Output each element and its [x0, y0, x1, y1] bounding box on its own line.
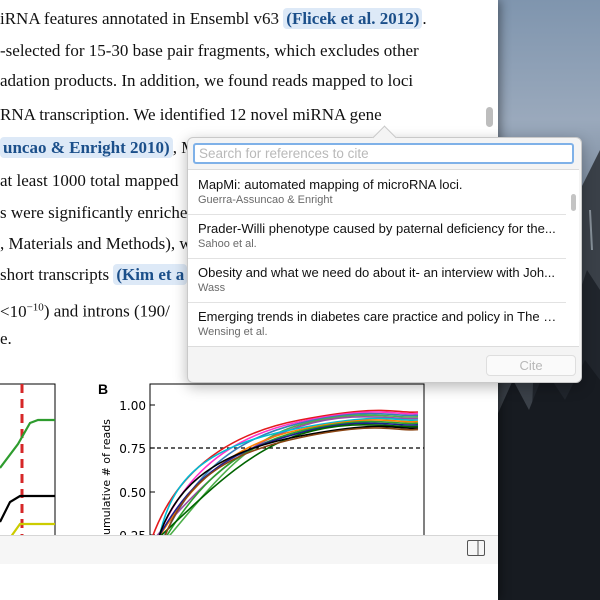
panel-a-series-line — [0, 494, 55, 523]
line-text: , Materials and Methods), w — [0, 234, 192, 253]
panel-b-plot: B1.000.750.500.25umulative # of reads — [98, 381, 425, 538]
document-line: <10−10) and introns (190/ — [0, 296, 170, 323]
line-text: RNA transcription. We identified 12 nove… — [0, 105, 382, 124]
cite-button[interactable]: Cite — [486, 355, 576, 376]
y-tick-label: 0.75 — [119, 442, 146, 456]
document-line: adation products. In addition, we found … — [0, 70, 413, 92]
figure-svg: B1.000.750.500.25umulative # of reads — [0, 381, 425, 538]
line-text: . — [422, 9, 427, 28]
results-scrollbar[interactable] — [571, 194, 576, 211]
line-text: -selected for 15-30 base pair fragments,… — [0, 41, 419, 60]
reference-title: Prader-Willi phenotype caused by paterna… — [198, 221, 556, 236]
panel-a-frame — [0, 383, 56, 538]
line-text: adation products. In addition, we found … — [0, 71, 414, 90]
panel-b-label: B — [98, 381, 108, 397]
citation-token[interactable]: (Kim et a — [113, 264, 188, 285]
line-text: iRNA features annotated in Ensembl v63 — [0, 9, 284, 28]
exponent: −10 — [26, 301, 44, 313]
document-line: iRNA features annotated in Ensembl v63 (… — [0, 8, 427, 30]
document-scrollbar[interactable] — [486, 107, 493, 127]
reference-title: MapMi: automated mapping of microRNA loc… — [198, 177, 463, 192]
y-tick-label: 0.50 — [119, 486, 146, 500]
panel-b-frame — [149, 383, 425, 538]
figure: B 1.00 0.75 0.50 0.25 umulative # of reads — [0, 378, 498, 538]
reference-authors: Sahoo et al. — [198, 238, 257, 250]
reference-authors: Wensing et al. — [198, 326, 268, 338]
line-text: ) and introns (190/ — [43, 301, 170, 321]
bottom-toolbar — [0, 535, 498, 564]
line-text: s were significantly enriche — [0, 203, 188, 222]
document-line: , Materials and Methods), w — [0, 233, 192, 255]
reference-title: Emerging trends in diabetes care practic… — [198, 309, 558, 324]
y-axis-label: umulative # of reads — [100, 419, 113, 535]
panel-b-series-line — [157, 425, 419, 538]
line-text: at least 1000 total mapped — [0, 171, 179, 190]
citation-token[interactable]: (Flicek et al. 2012) — [283, 8, 423, 29]
reference-result[interactable]: Emerging trends in diabetes care practic… — [188, 302, 566, 346]
citation-popover: MapMi: automated mapping of microRNA loc… — [187, 125, 582, 383]
reference-result[interactable]: Prader-Willi phenotype caused by paterna… — [188, 214, 566, 259]
reference-results-list: MapMi: automated mapping of microRNA loc… — [188, 169, 579, 347]
document-line: RNA transcription. We identified 12 nove… — [0, 104, 382, 126]
reference-authors: Guerra-Assuncao & Enright — [198, 194, 333, 206]
line-text: short transcripts — [0, 265, 114, 284]
line-text: e. — [0, 329, 12, 348]
sidebar-toggle-icon[interactable] — [467, 540, 485, 556]
reference-search-input[interactable] — [193, 143, 574, 164]
document-line: uncao & Enright 2010), M — [0, 137, 196, 159]
document-line: short transcripts (Kim et a — [0, 264, 188, 286]
y-tick-label: 1.00 — [119, 399, 146, 413]
panel-a-series-line — [0, 418, 55, 469]
reference-result[interactable]: Obesity and what we need do about it- an… — [188, 258, 566, 303]
citation-token[interactable]: uncao & Enright 2010) — [0, 137, 173, 158]
reference-result[interactable]: MapMi: automated mapping of microRNA loc… — [188, 170, 566, 215]
reference-title: Obesity and what we need do about it- an… — [198, 265, 555, 280]
document-line: e. — [0, 328, 12, 350]
exponent-expression: <10−10 — [0, 301, 44, 321]
reference-authors: Wass — [198, 282, 226, 294]
document-line: s were significantly enriche — [0, 202, 187, 224]
document-line: at least 1000 total mapped — [0, 170, 178, 192]
document-line: -selected for 15-30 base pair fragments,… — [0, 40, 419, 62]
panel-a-plot — [0, 383, 56, 538]
